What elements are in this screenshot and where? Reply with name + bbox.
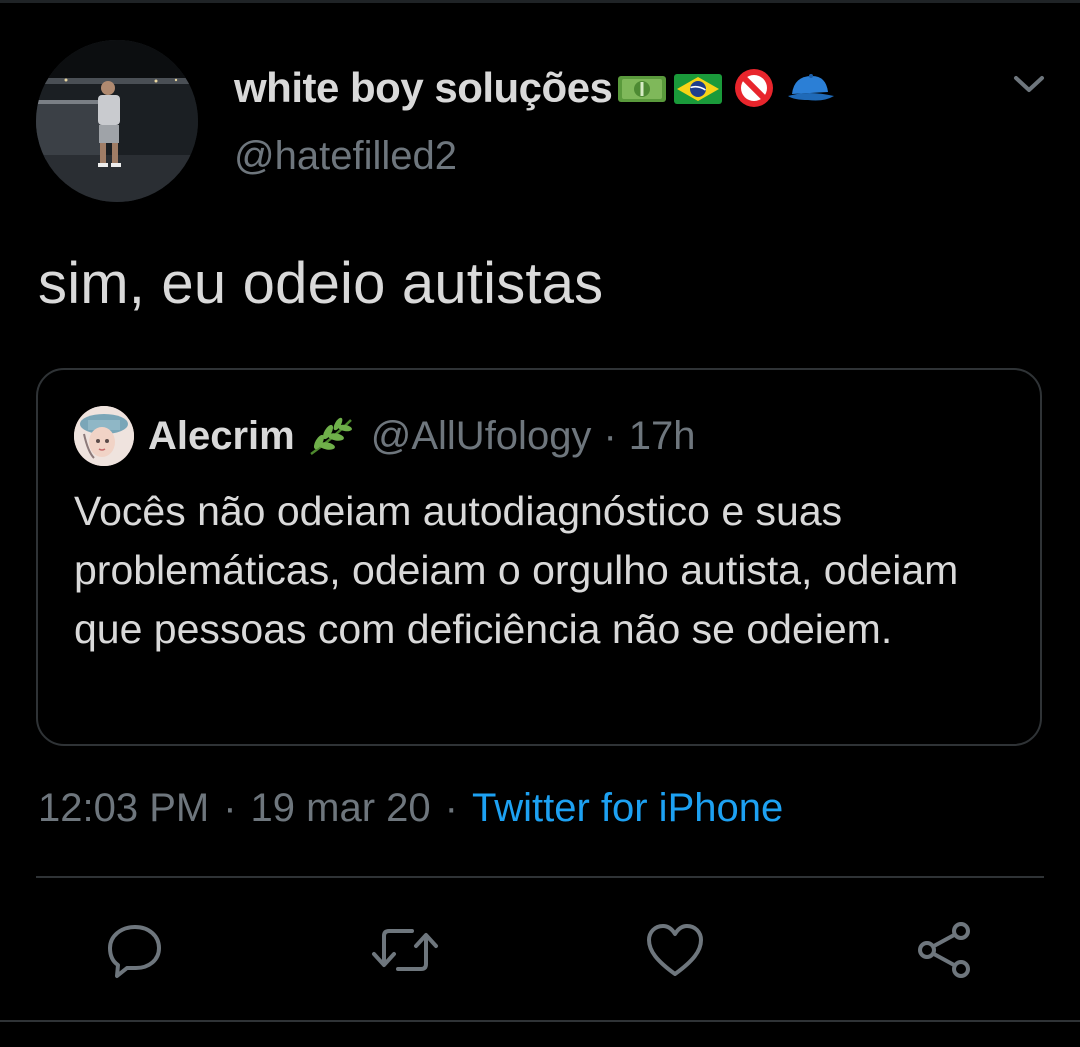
chevron-down-icon[interactable] xyxy=(1008,68,1050,100)
meta-separator: · xyxy=(444,786,458,830)
quoted-author-handle: @AllUfology xyxy=(370,413,592,458)
author-name-row[interactable]: white boy soluções xyxy=(234,62,836,114)
reply-button[interactable] xyxy=(100,915,170,985)
like-icon xyxy=(647,924,703,976)
money-bill-emoji xyxy=(616,66,668,110)
meta-separator: · xyxy=(223,786,237,830)
prohibited-emoji xyxy=(728,66,780,110)
quoted-timestamp: 17h xyxy=(628,413,696,458)
quoted-tweet-card[interactable]: Alecrim @AllUfology · 17h Vocês não odei… xyxy=(36,368,1042,746)
tweet-time: 12:03 PM xyxy=(38,786,210,830)
tweet-actions xyxy=(0,915,1080,985)
retweet-icon xyxy=(372,929,438,971)
quoted-author-name: Alecrim xyxy=(148,413,295,458)
quoted-separator: · xyxy=(603,413,617,458)
tweet-text: sim, eu odeio autistas xyxy=(38,251,604,316)
like-button[interactable] xyxy=(640,915,710,985)
brazil-flag-emoji xyxy=(672,66,724,110)
author-display-name[interactable]: white boy soluções xyxy=(234,64,613,112)
quoted-tweet-text: Vocês não odeiam autodiagnóstico e suas … xyxy=(74,488,959,652)
blue-cap-emoji xyxy=(784,66,836,110)
quoted-tweet-header: Alecrim @AllUfology · 17h xyxy=(148,408,696,464)
share-icon xyxy=(918,922,970,978)
author-avatar[interactable] xyxy=(36,40,198,202)
reply-icon xyxy=(108,925,161,978)
tweet-source-link[interactable]: Twitter for iPhone xyxy=(472,786,783,831)
top-divider xyxy=(0,0,1080,3)
retweet-button[interactable] xyxy=(370,915,440,985)
tweet-meta: 12:03 PM · 19 mar 20 · Twitter for iPhon… xyxy=(38,786,783,831)
bottom-divider xyxy=(0,1020,1080,1022)
herb-emoji xyxy=(305,414,357,458)
quoted-author-avatar xyxy=(74,406,134,466)
author-handle[interactable]: @hatefilled2 xyxy=(234,134,457,179)
tweet-date: 19 mar 20 xyxy=(250,786,431,830)
share-button[interactable] xyxy=(910,915,980,985)
actions-divider xyxy=(36,876,1044,878)
